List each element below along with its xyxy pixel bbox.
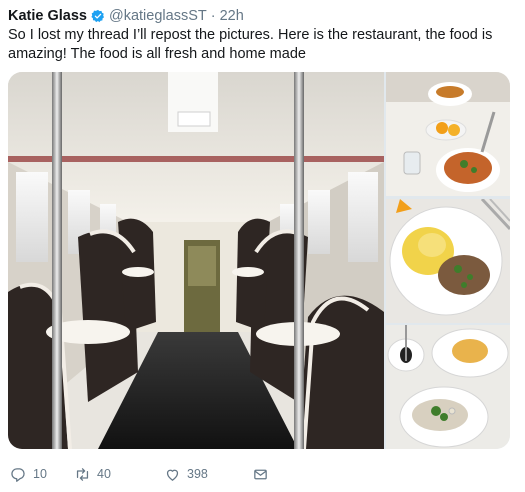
like-count: 398 <box>187 467 208 481</box>
retweet-button[interactable]: 40 <box>74 466 164 483</box>
separator-dot: · <box>210 8 216 24</box>
reply-button[interactable]: 10 <box>10 466 80 483</box>
direct-message-button[interactable] <box>252 466 282 483</box>
tweet: Katie Glass @katieglassST · 22h So I los… <box>0 0 525 492</box>
verified-badge-icon <box>91 9 105 23</box>
author-name[interactable]: Katie Glass <box>8 8 87 24</box>
timestamp[interactable]: 22h <box>220 8 244 24</box>
reply-count: 10 <box>33 467 47 481</box>
media-grid <box>8 72 510 449</box>
tweet-header: Katie Glass @katieglassST · 22h <box>8 6 244 26</box>
like-button[interactable]: 398 <box>164 466 252 483</box>
envelope-icon <box>254 469 267 479</box>
retweet-icon <box>76 467 89 481</box>
photo-soup[interactable] <box>386 72 510 196</box>
photo-main-course[interactable] <box>386 199 510 323</box>
retweet-count: 40 <box>97 467 111 481</box>
photo-appetizers[interactable] <box>386 325 510 449</box>
author-handle[interactable]: @katieglassST <box>109 8 207 24</box>
tweet-actions: 10 40 398 <box>10 462 510 486</box>
photo-restaurant-car[interactable] <box>8 72 384 449</box>
reply-icon <box>11 467 25 482</box>
tweet-text: So I lost my thread I’ll repost the pict… <box>8 27 493 62</box>
heart-icon <box>166 469 179 481</box>
